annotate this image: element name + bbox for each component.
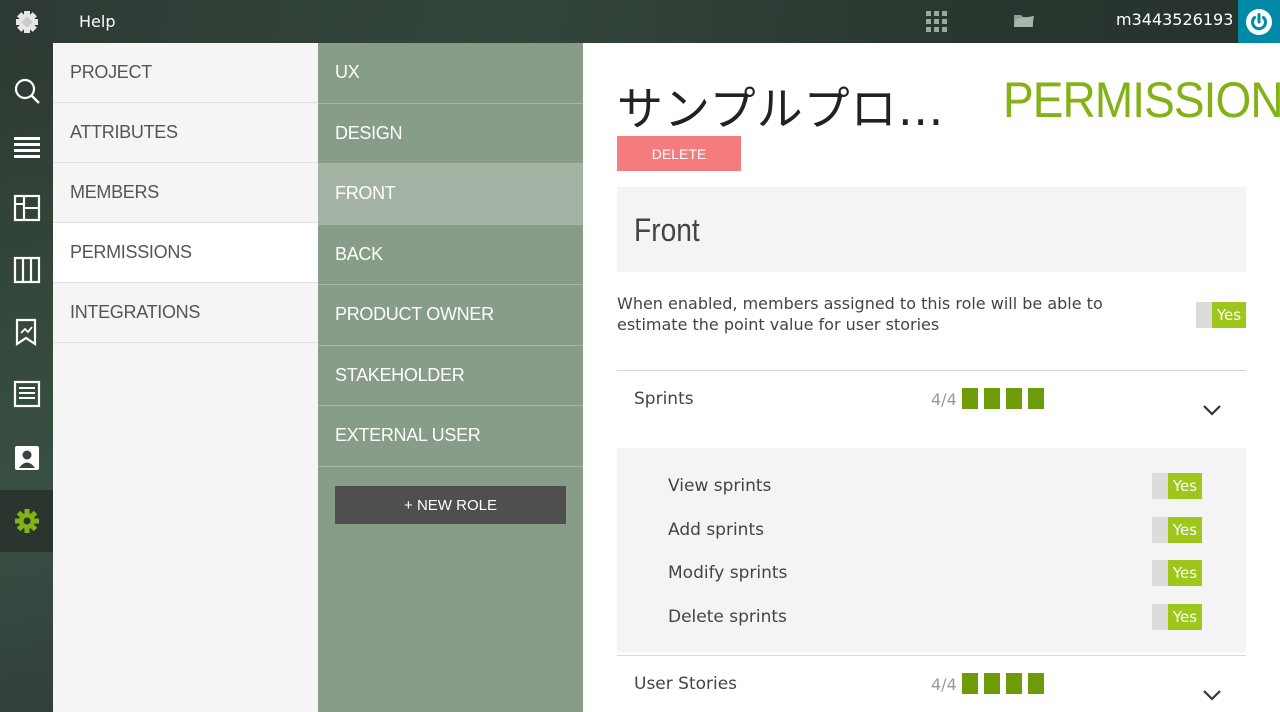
permission-row: Delete sprints Yes: [617, 603, 1246, 647]
toggle-knob: Yes: [1168, 603, 1202, 630]
search-icon[interactable]: [0, 60, 53, 122]
permission-count: 4/4: [931, 390, 957, 409]
section-name: Sprints: [634, 389, 694, 409]
settings-nav: PROJECT ATTRIBUTES MEMBERS PERMISSIONS I…: [53, 43, 318, 712]
page-title: PERMISSIONS: [1003, 72, 1280, 128]
toggle-knob: Yes: [1168, 473, 1202, 499]
level-bar: [1028, 673, 1044, 694]
nav-item-attributes[interactable]: ATTRIBUTES: [53, 103, 318, 163]
permission-count: 4/4: [931, 675, 957, 694]
section-header[interactable]: User Stories 4/4: [617, 655, 1246, 712]
permission-level-bars: [962, 388, 1050, 409]
apps-grid-icon[interactable]: [926, 11, 947, 32]
permission-row: View sprints Yes: [617, 472, 1246, 516]
permission-toggle[interactable]: Yes: [1152, 603, 1202, 630]
level-bar: [984, 673, 1000, 694]
project-title: サンプルプロ…: [617, 82, 945, 136]
columns-icon[interactable]: [0, 239, 53, 301]
level-bar: [984, 388, 1000, 409]
role-item-ux[interactable]: UX: [318, 43, 583, 104]
estimate-description: When enabled, members assigned to this r…: [617, 294, 1103, 334]
chevron-down-icon[interactable]: [1202, 686, 1222, 705]
wiki-icon[interactable]: [0, 301, 53, 363]
permission-row: Add sprints Yes: [617, 516, 1246, 560]
toggle-knob: Yes: [1168, 516, 1202, 543]
chevron-down-icon[interactable]: [1202, 401, 1222, 420]
role-header: Front: [617, 187, 1246, 272]
user-name[interactable]: m3443526193: [1116, 10, 1233, 29]
project-menu-rail: [0, 43, 53, 712]
delete-role-button[interactable]: DELETE: [617, 136, 741, 171]
section-header[interactable]: Sprints 4/4: [617, 370, 1246, 448]
roles-list: UX DESIGN FRONT BACK PRODUCT OWNER STAKE…: [318, 43, 583, 712]
permission-label: Modify sprints: [668, 563, 788, 583]
permission-toggle[interactable]: Yes: [1152, 473, 1202, 499]
team-icon[interactable]: [0, 427, 53, 489]
role-item-design[interactable]: DESIGN: [318, 104, 583, 164]
new-role-button[interactable]: + NEW ROLE: [335, 486, 566, 524]
permission-list: View sprints Yes Add sprints Yes Modify …: [617, 448, 1246, 652]
projects-folder-icon[interactable]: [1013, 12, 1035, 32]
toggle-knob: Yes: [1212, 302, 1246, 328]
permission-toggle[interactable]: Yes: [1152, 560, 1202, 586]
permission-toggle[interactable]: Yes: [1152, 516, 1202, 543]
permissions-panel: サンプルプロ… PERMISSIONS DELETE Front When en…: [583, 43, 1280, 712]
level-bar: [962, 673, 978, 694]
nav-item-permissions[interactable]: PERMISSIONS: [53, 223, 318, 283]
help-link[interactable]: Help: [79, 12, 115, 31]
section-name: User Stories: [634, 674, 738, 694]
backlog-icon[interactable]: [0, 117, 53, 179]
nav-item-project[interactable]: PROJECT: [53, 43, 318, 103]
nav-item-members[interactable]: MEMBERS: [53, 163, 318, 223]
level-bar: [1006, 388, 1022, 409]
top-bar: Help m3443526193: [0, 0, 1280, 43]
permission-section-sprints: Sprints 4/4 View sprints Yes Add sprints…: [617, 370, 1246, 652]
role-item-back[interactable]: BACK: [318, 225, 583, 285]
level-bar: [1006, 673, 1022, 694]
permission-label: Add sprints: [668, 519, 764, 540]
role-item-product-owner[interactable]: PRODUCT OWNER: [318, 285, 583, 346]
estimate-toggle[interactable]: Yes: [1196, 302, 1246, 328]
power-icon[interactable]: [1238, 0, 1280, 43]
level-bar: [962, 388, 978, 409]
role-item-front[interactable]: FRONT: [318, 164, 583, 225]
taiga-logo-icon[interactable]: [0, 0, 53, 43]
permission-row: Modify sprints Yes: [617, 559, 1246, 603]
level-bar: [1028, 388, 1044, 409]
nav-item-integrations[interactable]: INTEGRATIONS: [53, 283, 318, 343]
permission-section-user-stories: User Stories 4/4: [617, 655, 1246, 712]
role-name: Front: [634, 212, 700, 248]
permission-label: Delete sprints: [668, 606, 787, 627]
role-item-external-user[interactable]: EXTERNAL USER: [318, 406, 583, 467]
role-item-stakeholder[interactable]: STAKEHOLDER: [318, 346, 583, 406]
issues-icon[interactable]: [0, 363, 53, 425]
toggle-knob: Yes: [1168, 560, 1202, 586]
permission-label: View sprints: [668, 476, 772, 496]
kanban-icon[interactable]: [0, 177, 53, 239]
permission-level-bars: [962, 673, 1050, 694]
settings-gear-icon[interactable]: [0, 490, 53, 552]
